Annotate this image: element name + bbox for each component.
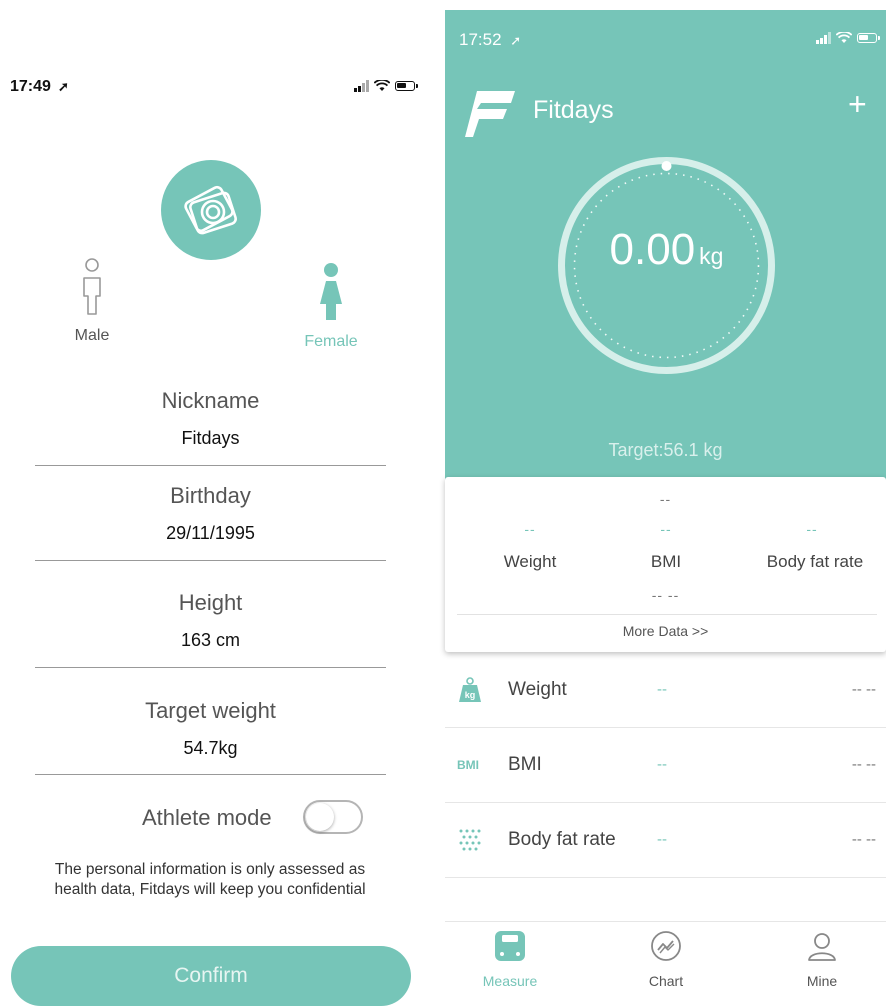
row-value: -- [657, 756, 667, 773]
tab-label: Measure [482, 973, 538, 989]
profile-setup-screen: 17:49 ➚ Male Female Nickname Fitdays Bir… [0, 0, 420, 1007]
status-bar: 17:52 ➚ [459, 30, 881, 50]
status-time: 17:49 [10, 78, 51, 95]
gauge-indicator [661, 161, 672, 171]
tab-label: Mine [806, 973, 838, 989]
divider [35, 465, 386, 466]
kg-weight-icon: kg [459, 677, 481, 702]
card-top-dash: -- [659, 491, 672, 507]
metric-row-weight[interactable]: kg Weight -- -- -- [445, 653, 886, 728]
athlete-mode-row: Athlete mode [140, 800, 370, 836]
target-weight-value[interactable]: 54.7kg [35, 738, 386, 759]
fitdays-logo-icon [465, 91, 515, 137]
chart-icon [651, 931, 681, 961]
weight-value: 0.00 [609, 225, 696, 274]
bmi-icon: BMI [457, 758, 479, 772]
birthday-label: Birthday [170, 483, 251, 508]
svg-text:kg: kg [465, 690, 476, 700]
male-label: Male [74, 327, 110, 344]
divider [35, 667, 386, 668]
divider [35, 560, 386, 561]
privacy-note: The personal information is only assesse… [25, 860, 395, 900]
card-bottom-dash: -- -- [651, 587, 680, 603]
weight-unit: kg [699, 243, 724, 269]
card-bmi-label: BMI [650, 552, 682, 571]
row-extra: -- -- [851, 681, 876, 698]
status-icons [354, 80, 418, 92]
nickname-label: Nickname [161, 388, 260, 413]
row-value: -- [657, 831, 667, 848]
row-name: Weight [508, 679, 567, 700]
gender-male-option[interactable]: Male [62, 258, 122, 345]
battery-icon [857, 33, 880, 43]
bmi-dash: -- [660, 521, 672, 537]
tab-mine[interactable]: Mine [767, 930, 877, 989]
battery-icon [395, 81, 418, 91]
target-weight-field[interactable]: Target weight 54.7kg [35, 698, 386, 775]
tab-measure[interactable]: Measure [455, 930, 565, 989]
row-extra: -- -- [851, 831, 876, 848]
row-name: Body fat rate [508, 829, 616, 850]
target-weight-text: Target:56.1 kg [608, 440, 723, 460]
divider [457, 614, 877, 615]
card-weight-label: Weight [503, 552, 557, 571]
metric-row-body-fat[interactable]: Body fat rate -- -- -- [445, 803, 886, 878]
camera-avatar-button[interactable] [161, 160, 261, 260]
weight-dash: -- [524, 521, 536, 537]
gender-female-option[interactable]: Female [296, 262, 366, 351]
female-label: Female [304, 333, 358, 350]
app-title: Fitdays [533, 96, 614, 124]
nickname-field[interactable]: Nickname Fitdays [35, 388, 386, 466]
tab-chart[interactable]: Chart [611, 930, 721, 989]
row-value: -- [657, 681, 667, 698]
wifi-icon [836, 32, 852, 43]
male-figure-icon [83, 258, 101, 315]
body-fat-icon [459, 829, 481, 851]
height-field[interactable]: Height 163 cm [35, 590, 386, 668]
tab-bar: Measure Chart Mine [445, 921, 886, 1008]
signal-icon [354, 80, 369, 92]
location-arrow-icon: ➚ [510, 33, 522, 48]
person-icon [808, 933, 836, 961]
athlete-mode-toggle[interactable] [303, 800, 363, 834]
more-data-link[interactable]: More Data >> [445, 623, 886, 639]
row-name: BMI [508, 754, 542, 775]
scale-icon [495, 931, 525, 961]
summary-card: -- -- -- -- Weight BMI Body fat rate -- … [445, 477, 886, 652]
status-time: 17:52 [459, 30, 502, 49]
tab-label: Chart [648, 973, 684, 989]
target-weight-label: Target weight [145, 698, 276, 723]
height-label: Height [178, 590, 243, 615]
nickname-value[interactable]: Fitdays [35, 428, 386, 449]
wifi-icon [374, 80, 390, 91]
weight-display: 0.00 kg [554, 225, 779, 275]
row-extra: -- -- [851, 756, 876, 773]
privacy-note-line: health data, Fitdays will keep you confi… [54, 881, 366, 898]
status-bar: 17:49 ➚ [10, 78, 418, 98]
height-value[interactable]: 163 cm [35, 630, 386, 651]
body-fat-dash: -- [806, 521, 818, 537]
card-body-fat-label: Body fat rate [766, 552, 864, 571]
toggle-knob [306, 803, 334, 831]
signal-icon [816, 32, 831, 44]
measure-screen: 17:52 ➚ Fitdays + 0.00 kg Target:56.1 kg … [445, 10, 886, 1007]
female-figure-icon [320, 263, 342, 320]
confirm-button[interactable]: Confirm [11, 946, 411, 1006]
camera-icon [184, 185, 237, 235]
divider [35, 774, 386, 775]
birthday-value[interactable]: 29/11/1995 [35, 523, 386, 544]
metric-row-bmi[interactable]: BMI BMI -- -- -- [445, 728, 886, 803]
status-icons [816, 32, 880, 44]
birthday-field[interactable]: Birthday 29/11/1995 [35, 483, 386, 561]
location-arrow-icon: ➚ [58, 79, 69, 94]
add-button[interactable]: + [848, 86, 867, 123]
athlete-mode-label: Athlete mode [142, 805, 272, 830]
privacy-note-line: The personal information is only assesse… [54, 861, 366, 878]
